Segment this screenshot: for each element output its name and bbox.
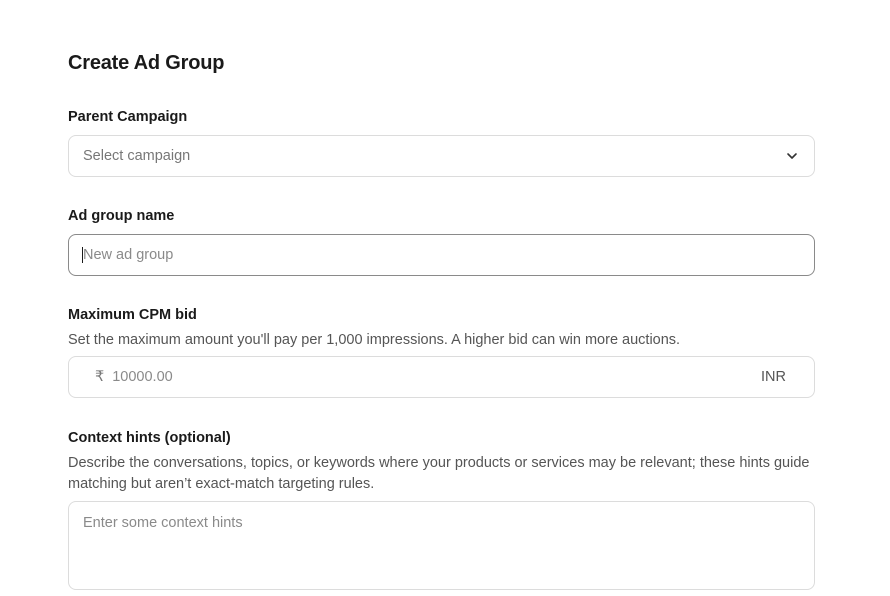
context-hints-label: Context hints (optional): [68, 430, 231, 446]
max-cpm-bid-help: Set the maximum amount you'll pay per 1,…: [68, 332, 681, 348]
currency-symbol: ₹: [95, 369, 105, 385]
max-cpm-bid-field: ₹ INR: [68, 356, 815, 398]
chevron-down-icon: [784, 148, 800, 164]
parent-campaign-selected-value: Select campaign: [83, 148, 191, 164]
context-hints-help: Describe the conversations, topics, or k…: [68, 455, 810, 492]
parent-campaign-label: Parent Campaign: [68, 109, 188, 125]
max-cpm-bid-input[interactable]: [110, 356, 762, 398]
ad-group-name-field: [68, 234, 815, 276]
max-cpm-bid-label: Maximum CPM bid: [68, 307, 197, 323]
text-cursor: [82, 247, 83, 263]
context-hints-textarea[interactable]: [69, 502, 814, 589]
currency-code: INR: [761, 369, 786, 385]
ad-group-name-label: Ad group name: [68, 208, 175, 224]
page-title: Create Ad Group: [68, 52, 225, 74]
parent-campaign-select[interactable]: Select campaign: [68, 135, 815, 177]
context-hints-field: [68, 501, 815, 590]
create-ad-group-form: Create Ad Group Parent Campaign Select c…: [0, 0, 890, 596]
ad-group-name-input[interactable]: [69, 235, 814, 275]
